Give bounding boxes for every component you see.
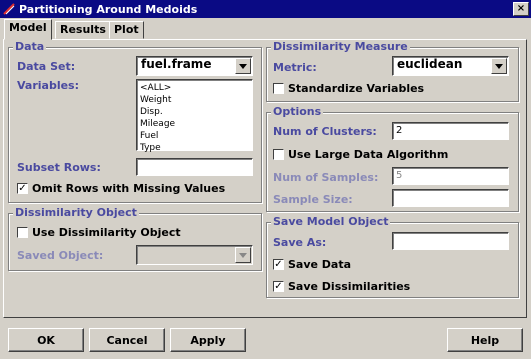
use-dissimilarity-option[interactable]: Use Dissimilarity Object [17,226,181,239]
variables-label: Variables: [17,79,80,92]
apply-button[interactable]: Apply [170,328,246,352]
ok-button[interactable]: OK [8,328,84,352]
large-data-option[interactable]: Use Large Data Algorithm [273,148,448,161]
saved-object-label: Saved Object: [17,249,104,262]
list-item[interactable]: Disp. [140,106,249,118]
large-data-checkbox[interactable] [273,149,284,160]
save-data-checkbox[interactable]: ✓ [273,259,284,270]
num-clusters-label: Num of Clusters: [273,125,377,138]
omit-rows-option[interactable]: ✓ Omit Rows with Missing Values [17,182,225,195]
omit-rows-label[interactable]: Omit Rows with Missing Values [32,182,225,195]
list-item[interactable]: <ALL> [140,82,249,94]
dissimilarity-measure-title: Dissimilarity Measure [271,40,410,53]
chevron-down-icon [495,63,503,69]
use-dissimilarity-label[interactable]: Use Dissimilarity Object [32,226,181,239]
help-button[interactable]: Help [447,328,523,352]
save-dissimilarities-label[interactable]: Save Dissimilarities [288,280,410,293]
save-as-input[interactable] [392,232,509,250]
tab-model[interactable]: Model [4,19,52,40]
tab-results[interactable]: Results [55,21,111,39]
subset-rows-label: Subset Rows: [17,161,101,174]
cancel-button[interactable]: Cancel [89,328,165,352]
app-icon [2,2,16,16]
dissimilarity-object-title: Dissimilarity Object [13,206,139,219]
standardize-label[interactable]: Standardize Variables [288,82,424,95]
num-samples-label: Num of Samples: [273,171,379,184]
list-item[interactable]: Fuel [140,130,249,142]
num-samples-input[interactable]: 5 [392,167,509,185]
dropdown-button[interactable] [235,247,251,263]
save-data-option[interactable]: ✓ Save Data [273,258,351,271]
chevron-down-icon [239,63,247,69]
sample-size-label: Sample Size: [273,193,353,206]
window-title: Partitioning Around Medoids [19,2,198,16]
data-set-combo[interactable]: fuel.frame [136,56,253,76]
metric-combo[interactable]: euclidean [392,56,509,76]
subset-rows-input[interactable] [136,158,253,176]
standardize-option[interactable]: Standardize Variables [273,82,424,95]
saved-object-combo[interactable] [136,245,253,265]
save-dissimilarities-option[interactable]: ✓ Save Dissimilarities [273,280,410,293]
close-icon[interactable]: × [513,2,529,16]
dropdown-button[interactable] [235,58,251,74]
variables-listbox[interactable]: <ALL> Weight Disp. Mileage Fuel Type [136,79,253,154]
save-data-label[interactable]: Save Data [288,258,351,271]
list-item[interactable]: Type [140,142,249,154]
chevron-down-icon [239,252,247,258]
standardize-checkbox[interactable] [273,83,284,94]
options-title: Options [271,105,324,118]
data-set-label: Data Set: [17,60,76,73]
saved-object-value [137,245,145,261]
dropdown-button[interactable] [491,58,507,74]
list-item[interactable]: Weight [140,94,249,106]
list-item[interactable]: Mileage [140,118,249,130]
metric-label: Metric: [273,61,317,74]
omit-rows-checkbox[interactable]: ✓ [17,183,28,194]
num-clusters-input[interactable]: 2 [392,122,509,140]
save-dissimilarities-checkbox[interactable]: ✓ [273,281,284,292]
data-set-value: fuel.frame [141,57,212,71]
sample-size-input[interactable] [392,189,509,207]
save-as-label: Save As: [273,236,327,249]
title-bar: Partitioning Around Medoids × [0,0,531,18]
metric-value: euclidean [397,57,463,71]
tab-plot[interactable]: Plot [109,21,144,39]
data-group-title: Data [13,40,47,53]
large-data-label[interactable]: Use Large Data Algorithm [288,148,448,161]
save-model-title: Save Model Object [271,215,391,228]
use-dissimilarity-checkbox[interactable] [17,227,28,238]
